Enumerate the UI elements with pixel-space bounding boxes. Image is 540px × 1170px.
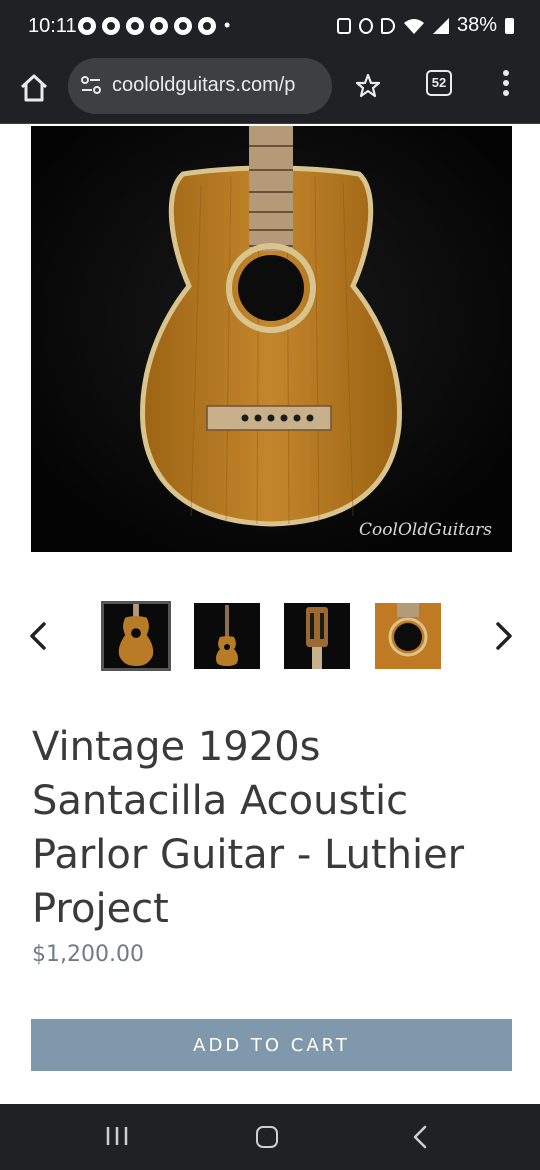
thumbnail-3[interactable]: [284, 603, 350, 669]
status-right-icons: 38%: [336, 14, 514, 37]
product-title: Vintage 1920s Santacilla Acoustic Parlor…: [32, 724, 465, 932]
messenger-icon: [78, 17, 96, 35]
battery-icon: [505, 17, 514, 34]
thumbnail-guitar-front-image: [104, 604, 168, 668]
chrome-icon: [174, 17, 192, 35]
thumbnail-guitar-full-image: [194, 603, 260, 669]
add-to-cart-button[interactable]: ADD TO CART: [31, 1019, 512, 1071]
browser-toolbar: coololdguitars.com/p 52: [0, 56, 540, 124]
site-settings-icon[interactable]: [80, 74, 102, 96]
thumbnail-guitar-soundhole-image: [375, 603, 441, 669]
chrome-icon: [198, 17, 216, 35]
thumbnail-guitar-headstock-image: [284, 603, 350, 669]
more-notifications-icon: •: [224, 15, 231, 35]
chrome-icon: [126, 17, 144, 35]
alarm-icon: [358, 17, 373, 34]
thumbnail-4[interactable]: [375, 603, 441, 669]
status-time: 10:11: [28, 15, 77, 37]
system-navigation-bar: [0, 1104, 540, 1170]
mute-icon: [380, 17, 395, 34]
voicemail-icon: [102, 17, 120, 35]
thumbnail-1[interactable]: [101, 601, 171, 671]
lock-icon: [336, 17, 351, 34]
signal-icon: [432, 17, 449, 34]
wifi-icon: [403, 18, 424, 34]
chevron-right-icon[interactable]: [492, 620, 516, 652]
home-icon[interactable]: [18, 72, 50, 104]
chrome-icon: [150, 17, 168, 35]
bookmark-star-icon[interactable]: [354, 72, 382, 100]
chevron-left-icon[interactable]: [26, 620, 50, 652]
product-price: $1,200.00: [32, 942, 144, 967]
guitar-image: [31, 126, 512, 552]
url-text: coololdguitars.com/p: [112, 74, 296, 96]
status-bar: 10:11 • 38%: [0, 0, 540, 56]
product-main-image[interactable]: CoolOldGuitars: [31, 126, 512, 552]
back-icon[interactable]: [410, 1124, 430, 1150]
address-bar[interactable]: coololdguitars.com/p: [68, 58, 332, 114]
overflow-menu-icon[interactable]: [496, 68, 516, 100]
home-nav-icon[interactable]: [256, 1126, 278, 1148]
notification-icons: [78, 17, 216, 35]
tab-switcher-button[interactable]: 52: [426, 70, 452, 96]
thumbnail-2[interactable]: [194, 603, 260, 669]
recent-apps-icon[interactable]: [104, 1124, 130, 1148]
battery-percent: 38%: [456, 14, 497, 36]
image-watermark: CoolOldGuitars: [359, 520, 492, 540]
thumbnail-gallery: [0, 600, 540, 672]
